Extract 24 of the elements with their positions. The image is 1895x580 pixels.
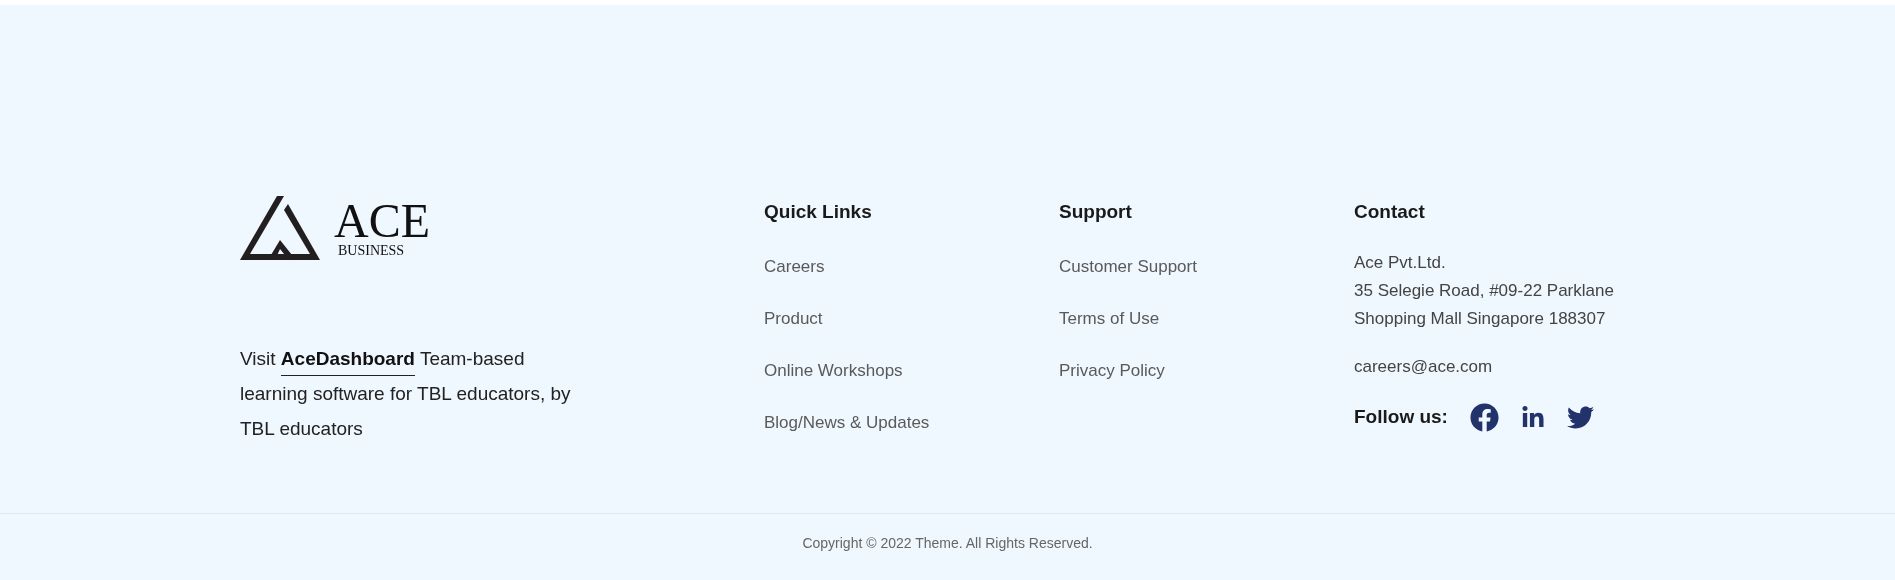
footer-link[interactable]: Customer Support [1059,255,1197,279]
email-link[interactable]: careers@ace.com [1354,355,1493,379]
logo-icon [240,196,320,260]
follow-label: Follow us: [1354,405,1448,430]
address-line: Shopping Mall Singapore 188307 [1354,308,1607,330]
address-line: 35 Selegie Road, #09-22 Parklane [1354,280,1614,302]
facebook-icon[interactable] [1469,403,1499,432]
copyright-text: Copyright © 2022 Theme. All Rights Reserved. [802,533,1093,553]
column-heading: Contact [1354,200,1426,224]
logo-tagline: BUSINESS [338,243,406,259]
footer-link[interactable]: Blog/News & Updates [764,411,930,435]
dashboard-link[interactable]: AceDashboard [280,348,415,376]
footer-link[interactable]: Careers [764,255,825,279]
address-line: Ace Pvt.Ltd. [1354,252,1447,274]
about-text: Visit AceDashboard Team-based learning software for TBL educators, by TBL educators [240,347,572,441]
column-heading: Quick Links [764,200,873,224]
footer-link[interactable]: Privacy Policy [1059,359,1165,383]
linkedin-icon[interactable] [1520,405,1545,430]
footer-link[interactable]: Product [764,307,823,331]
twitter-icon[interactable] [1566,404,1594,431]
logo-name: ACE [334,199,430,243]
footer-link[interactable]: Online Workshops [764,359,903,383]
footer-link[interactable]: Terms of Use [1059,307,1160,331]
column-heading: Support [1059,200,1133,224]
